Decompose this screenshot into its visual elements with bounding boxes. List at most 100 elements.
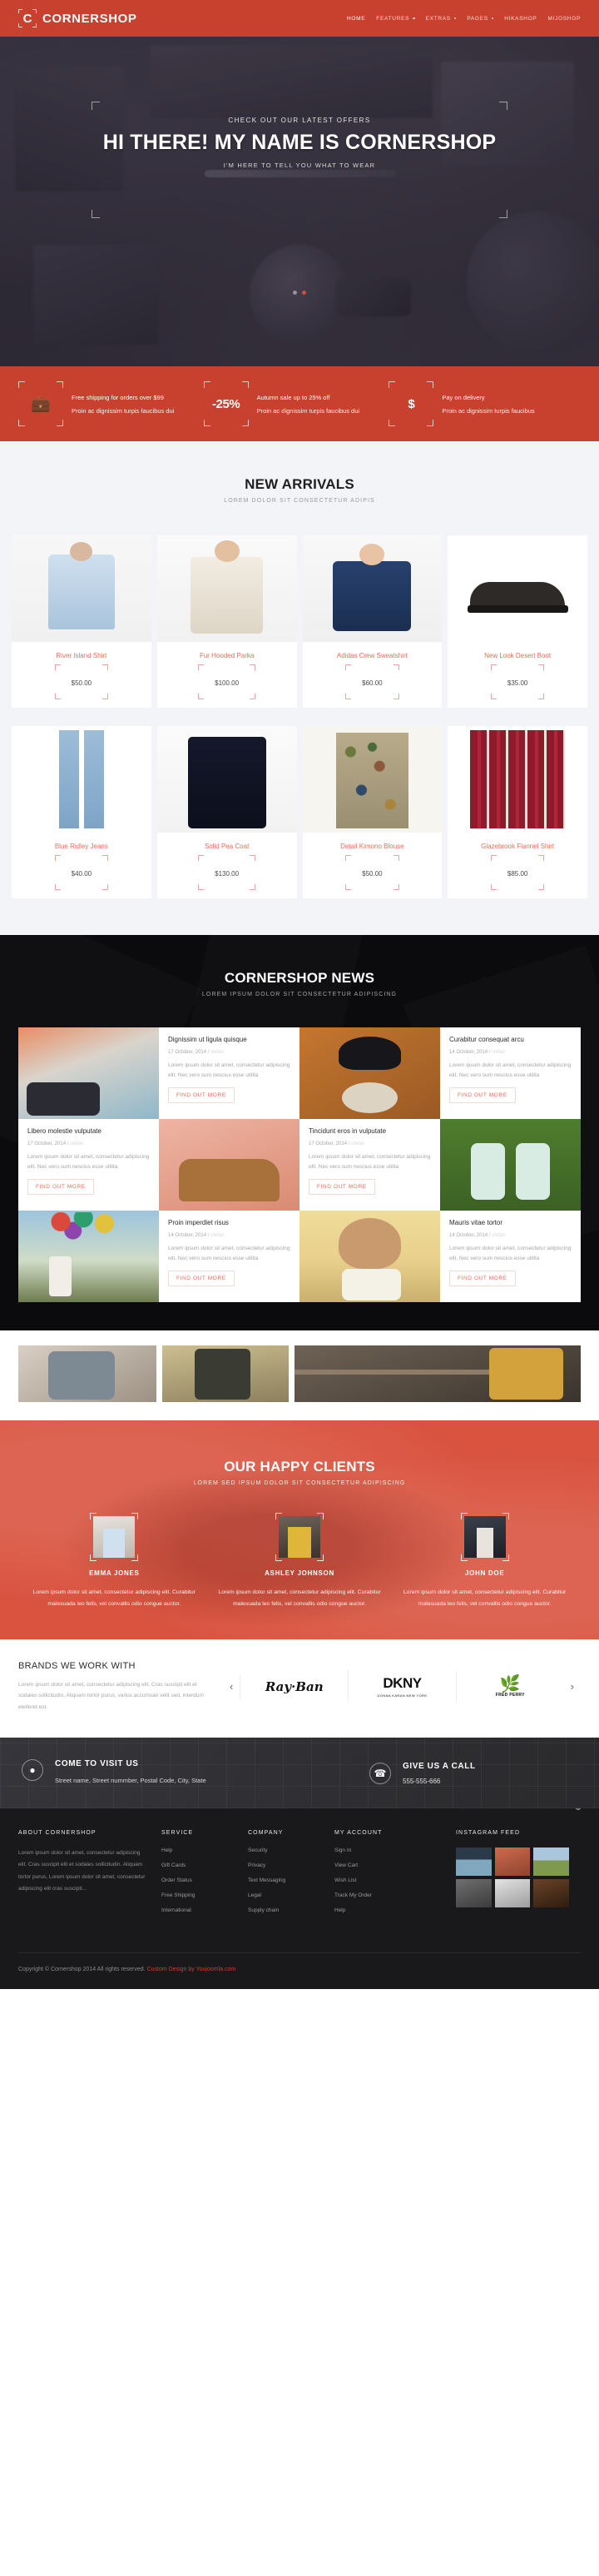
footer-link[interactable]: Help xyxy=(334,1907,409,1913)
product-name[interactable]: Blue Ridley Jeans xyxy=(17,843,146,850)
news-photo[interactable] xyxy=(18,1211,159,1302)
nav-item-pages[interactable]: PAGES xyxy=(467,16,494,22)
news-photo[interactable] xyxy=(300,1027,440,1119)
brand-logo-rayban[interactable]: Ray·Ban xyxy=(240,1673,348,1699)
find-out-more-button[interactable]: FIND OUT MORE xyxy=(168,1087,235,1104)
call-us-block: ☎ GIVE US A CALL 555-555-666 xyxy=(369,1759,577,1787)
find-out-more-button[interactable]: FIND OUT MORE xyxy=(27,1179,94,1196)
promo-item-discount: -25% Autumn sale up to 25% off Proin ac … xyxy=(203,381,393,426)
nav-item-home[interactable]: HOME xyxy=(347,16,365,22)
news-card[interactable]: Proin imperdiet risus 14 October, 2014 /… xyxy=(159,1211,300,1302)
brands-description: Lorem ipsum dolor sit amet, consectetur … xyxy=(18,1681,204,1710)
nav-item-mijoshop[interactable]: MIJOSHOP xyxy=(547,16,581,22)
news-photo[interactable] xyxy=(300,1211,440,1302)
brand-logo-dkny[interactable]: DKNY DONNA KARAN NEW YORK xyxy=(348,1670,456,1703)
logo-mark-icon: C xyxy=(18,9,37,27)
slider-dot-1[interactable] xyxy=(293,291,297,295)
news-card[interactable]: Curabitur consequat arcu 14 October, 201… xyxy=(440,1027,581,1119)
product-image[interactable] xyxy=(12,535,151,642)
product-image[interactable] xyxy=(302,726,443,833)
brands-title: BRANDS WE WORK WITH xyxy=(18,1660,136,1671)
instagram-thumb[interactable] xyxy=(494,1878,531,1907)
product-image[interactable] xyxy=(156,535,297,642)
nav-item-hikashop[interactable]: HIKASHOP xyxy=(504,16,537,22)
product-card[interactable]: Detail Kimono Blouse $50.00 xyxy=(302,726,443,898)
footer-link[interactable]: Help xyxy=(161,1847,236,1853)
news-card[interactable]: Libero molestie vulputate 17 October, 20… xyxy=(18,1119,159,1211)
footer-link[interactable]: Wish List xyxy=(334,1877,409,1883)
footer-link[interactable]: Privacy xyxy=(248,1862,323,1868)
product-name[interactable]: River Island Shirt xyxy=(17,652,146,659)
chevron-down-icon xyxy=(453,17,457,20)
find-out-more-button[interactable]: FIND OUT MORE xyxy=(168,1271,235,1287)
product-image[interactable] xyxy=(448,535,587,642)
gallery-image[interactable] xyxy=(294,1345,581,1402)
news-title[interactable]: Mauris vitae tortor xyxy=(449,1219,572,1226)
news-photo[interactable] xyxy=(18,1027,159,1119)
footer-link[interactable]: Supply chain xyxy=(248,1907,323,1913)
credit-link[interactable]: Custom Design by Youjoomla.com xyxy=(147,1967,236,1972)
news-title[interactable]: Curabitur consequat arcu xyxy=(449,1036,572,1043)
product-image[interactable] xyxy=(448,726,587,833)
product-price: $60.00 xyxy=(362,679,383,687)
find-out-more-button[interactable]: FIND OUT MORE xyxy=(309,1179,375,1196)
footer-link[interactable]: View Cart xyxy=(334,1862,409,1868)
product-image[interactable] xyxy=(12,726,151,833)
product-name[interactable]: New Look Desert Boot xyxy=(453,652,582,659)
copyright-text: Copyright © Cornershop 2014 All rights r… xyxy=(18,1966,146,1972)
news-title[interactable]: Dignissim ut ligula quisque xyxy=(168,1036,290,1043)
nav-item-extras[interactable]: EXTRAS xyxy=(426,16,457,22)
product-card[interactable]: Adidas Crew Sweatshirt $60.00 xyxy=(302,535,443,708)
footer-link[interactable]: Track My Order xyxy=(334,1892,409,1898)
footer-link[interactable]: International xyxy=(161,1907,236,1913)
footer-link[interactable]: Gift Cards xyxy=(161,1862,236,1868)
phone-number[interactable]: 555-555-666 xyxy=(403,1778,476,1785)
footer-link[interactable]: Order Status xyxy=(161,1877,236,1883)
gallery-image[interactable] xyxy=(161,1345,289,1402)
product-card[interactable]: New Look Desert Boot $35.00 xyxy=(448,535,587,708)
brand-logo-fredperry[interactable]: 🌿 FRED PERRY xyxy=(455,1670,564,1703)
product-name[interactable]: Detail Kimono Blouse xyxy=(308,843,438,850)
product-name[interactable]: Glazebrook Flannel Shirt xyxy=(453,843,582,850)
avatar-frame xyxy=(90,1513,139,1561)
nav-label: FEATURES xyxy=(376,15,410,22)
carousel-prev-icon[interactable]: ‹ xyxy=(223,1680,240,1693)
news-title[interactable]: Tincidunt eros in vulputate xyxy=(309,1127,431,1135)
footer-link[interactable]: Sign In xyxy=(334,1847,409,1853)
product-name[interactable]: Fur Hooded Parka xyxy=(162,652,292,659)
find-out-more-button[interactable]: FIND OUT MORE xyxy=(449,1271,516,1287)
hero-slider-dots[interactable] xyxy=(0,291,599,295)
product-card[interactable]: Solid Pea Coat $130.00 xyxy=(156,726,297,898)
nav-item-features[interactable]: FEATURES xyxy=(376,15,415,22)
product-card[interactable]: River Island Shirt $50.00 xyxy=(12,535,151,708)
product-card[interactable]: Glazebrook Flannel Shirt $85.00 xyxy=(448,726,587,898)
news-photo[interactable] xyxy=(440,1119,581,1211)
instagram-thumb[interactable] xyxy=(456,1878,492,1907)
instagram-thumb[interactable] xyxy=(533,1878,569,1907)
news-card[interactable]: Dignissim ut ligula quisque 17 October, … xyxy=(159,1027,300,1119)
news-photo[interactable] xyxy=(159,1119,300,1211)
carousel-next-icon[interactable]: › xyxy=(564,1680,581,1693)
product-name[interactable]: Solid Pea Coat xyxy=(162,843,292,850)
footer-link[interactable]: Legal xyxy=(248,1892,323,1898)
product-card[interactable]: Fur Hooded Parka $100.00 xyxy=(156,535,297,708)
footer-link[interactable]: Free Shipping xyxy=(161,1892,236,1898)
find-out-more-button[interactable]: FIND OUT MORE xyxy=(449,1087,516,1104)
instagram-thumb[interactable] xyxy=(494,1847,531,1876)
section-heading-arrivals: NEW ARRIVALS LOREM DOLOR SIT CONSECTETUR… xyxy=(177,463,422,517)
news-title[interactable]: Libero molestie vulputate xyxy=(27,1127,150,1135)
news-card[interactable]: Tincidunt eros in vulputate 17 October, … xyxy=(300,1119,440,1211)
news-card[interactable]: Mauris vitae tortor 14 October, 2014 / s… xyxy=(440,1211,581,1302)
logo[interactable]: C CORNERSHOP xyxy=(18,9,137,27)
instagram-thumb[interactable] xyxy=(533,1847,569,1876)
product-card[interactable]: Blue Ridley Jeans $40.00 xyxy=(12,726,151,898)
product-name[interactable]: Adidas Crew Sweatshirt xyxy=(308,652,438,659)
footer-link[interactable]: Security xyxy=(248,1847,323,1853)
slider-dot-2[interactable] xyxy=(302,291,306,295)
product-image[interactable] xyxy=(156,726,297,833)
footer-link[interactable]: Text Messaging xyxy=(248,1877,323,1883)
product-image[interactable] xyxy=(302,535,443,642)
gallery-image[interactable] xyxy=(18,1345,156,1402)
instagram-thumb[interactable] xyxy=(456,1847,492,1876)
news-title[interactable]: Proin imperdiet risus xyxy=(168,1219,290,1226)
